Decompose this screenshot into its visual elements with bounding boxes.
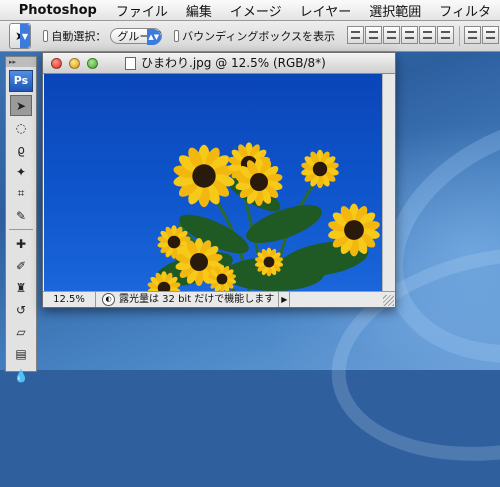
toolbox-panel: ▸▸ Ps ➤ ◌ ϱ ✦ ⌗ ✎ ✚ ✐ ♜ ↺ ▱ ▤ 💧: [5, 56, 37, 383]
sunflower-head: [301, 149, 339, 189]
divider: [9, 229, 33, 230]
menu-file[interactable]: ファイル: [107, 1, 177, 20]
minimize-button[interactable]: [69, 57, 80, 69]
chevron-down-icon: ▼: [20, 24, 30, 48]
info-icon[interactable]: ◐: [102, 293, 115, 306]
file-icon: [125, 56, 136, 70]
document-title: ひまわり.jpg @ 12.5% (RGB/8*): [125, 53, 326, 73]
healing-brush-tool-icon[interactable]: ✚: [10, 233, 32, 254]
sunflower-photo: [147, 142, 380, 291]
blur-tool-icon[interactable]: 💧: [10, 365, 32, 386]
sunflower-head: [173, 144, 235, 208]
menu-filter[interactable]: フィルタ: [430, 1, 500, 20]
status-message: 露光量は 32 bit だけで機能します: [119, 294, 275, 305]
history-brush-tool-icon[interactable]: ↺: [10, 299, 32, 320]
photoshop-logo[interactable]: Ps: [9, 70, 33, 92]
align-horizontal-centers-icon[interactable]: [419, 26, 436, 44]
bounding-box-label: バウンディングボックスを表示: [182, 30, 335, 43]
clone-stamp-tool-icon[interactable]: ♜: [10, 277, 32, 298]
magic-wand-tool-icon[interactable]: ✦: [10, 161, 32, 182]
align-left-edges-icon[interactable]: [401, 26, 418, 44]
resize-grip-icon[interactable]: [383, 295, 394, 306]
lasso-tool-icon[interactable]: ϱ: [10, 139, 32, 160]
image-canvas[interactable]: [44, 74, 382, 291]
slice-tool-icon[interactable]: ✎: [10, 205, 32, 226]
status-bar: 12.5% ◐ 露光量は 32 bit だけで機能します ▶: [43, 291, 395, 307]
document-titlebar[interactable]: ひまわり.jpg @ 12.5% (RGB/8*): [43, 53, 395, 74]
close-button[interactable]: [51, 57, 62, 69]
distribute-center-icon[interactable]: [482, 26, 499, 44]
eraser-tool-icon[interactable]: ▱: [10, 321, 32, 342]
menu-edit[interactable]: 編集: [177, 1, 221, 20]
menu-image[interactable]: イメージ: [221, 1, 291, 20]
bounding-box-checkbox[interactable]: [173, 30, 180, 42]
tool-preset-picker[interactable]: ➤ ▼: [9, 23, 31, 49]
divider: [459, 26, 460, 46]
updown-arrows-icon: ▲▼: [146, 29, 161, 45]
menu-app-name[interactable]: Photoshop: [15, 3, 107, 18]
move-tool-icon[interactable]: ➤: [10, 95, 32, 116]
vertical-scrollbar[interactable]: [382, 74, 395, 291]
auto-select-checkbox[interactable]: [43, 30, 49, 42]
document-title-text: ひまわり.jpg @ 12.5% (RGB/8*): [141, 56, 326, 70]
auto-select-dropdown[interactable]: グループ ▲▼: [110, 28, 162, 45]
crop-tool-icon[interactable]: ⌗: [10, 183, 32, 204]
distribute-top-icon[interactable]: [464, 26, 481, 44]
align-buttons: [347, 26, 500, 46]
zoom-button[interactable]: [87, 57, 98, 69]
marquee-tool-icon[interactable]: ◌: [10, 117, 32, 138]
toolbox-grip-icon[interactable]: ▸▸: [6, 57, 36, 67]
gradient-tool-icon[interactable]: ▤: [10, 343, 32, 364]
align-bottom-edges-icon[interactable]: [383, 26, 400, 44]
menu-select[interactable]: 選択範囲: [360, 1, 430, 20]
zoom-field[interactable]: 12.5%: [43, 292, 96, 307]
auto-select-label: 自動選択：: [51, 30, 107, 43]
align-top-edges-icon[interactable]: [347, 26, 364, 44]
brush-tool-icon[interactable]: ✐: [10, 255, 32, 276]
document-window: ひまわり.jpg @ 12.5% (RGB/8*) 12.5% ◐ 露光量は 3…: [42, 52, 396, 308]
status-menu-arrow-icon[interactable]: ▶: [278, 292, 291, 307]
align-vertical-centers-icon[interactable]: [365, 26, 382, 44]
menu-layer[interactable]: レイヤー: [291, 1, 361, 20]
options-bar: ➤ ▼ 自動選択： グループ ▲▼ バウンディングボックスを表示: [0, 21, 500, 52]
menu-bar: Photoshop ファイル 編集 イメージ レイヤー 選択範囲 フィルタ: [0, 0, 500, 21]
align-right-edges-icon[interactable]: [437, 26, 454, 44]
